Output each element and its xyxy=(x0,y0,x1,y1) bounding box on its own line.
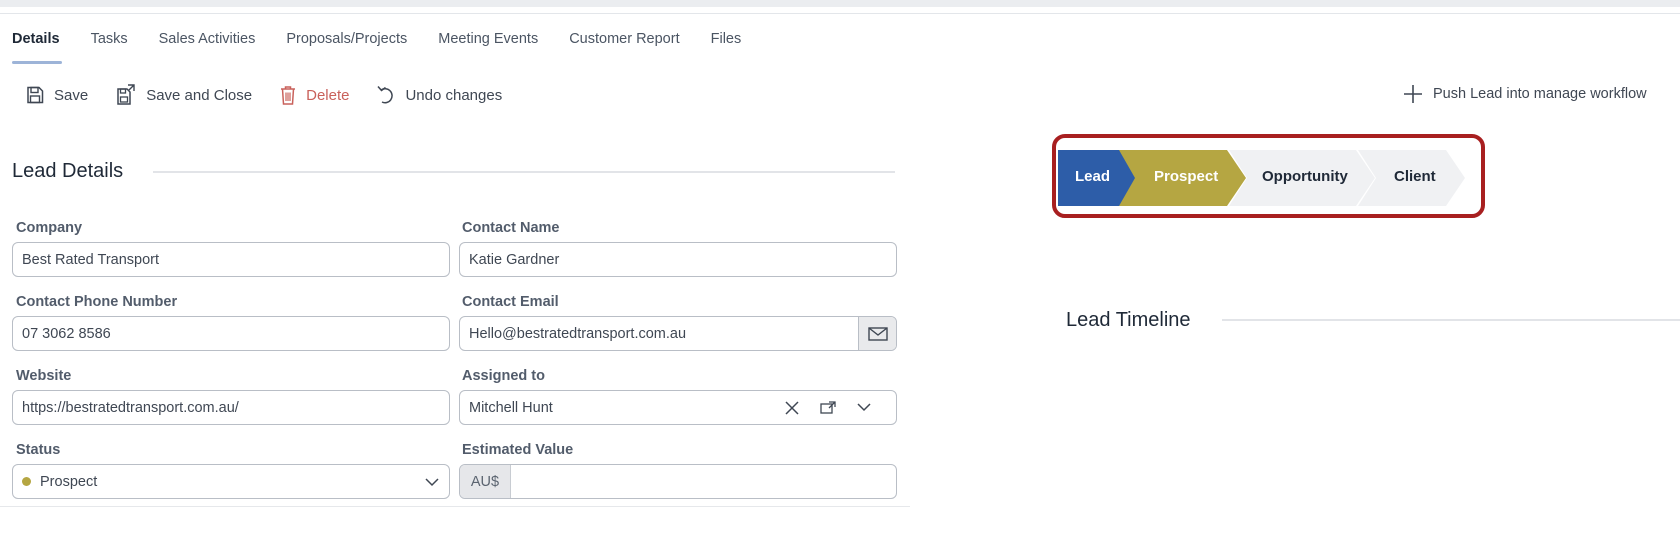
stage-opportunity-label: Opportunity xyxy=(1262,168,1348,185)
website-input[interactable]: https://bestratedtransport.com.au/ xyxy=(12,390,450,425)
status-select[interactable]: Prospect xyxy=(12,464,450,499)
undo-changes-label: Undo changes xyxy=(405,86,503,104)
status-value: Prospect xyxy=(40,473,98,490)
lead-details-divider xyxy=(153,171,895,173)
status-label: Status xyxy=(16,442,61,458)
estimated-value-label: Estimated Value xyxy=(462,442,574,458)
stage-lead-label: Lead xyxy=(1075,168,1111,185)
plus-icon xyxy=(1404,85,1422,103)
push-lead-label: Push Lead into manage workflow xyxy=(1433,86,1647,102)
top-bar xyxy=(0,0,1680,7)
save-label: Save xyxy=(54,86,89,104)
company-input[interactable]: Best Rated Transport xyxy=(12,242,450,277)
estimated-value-input[interactable]: AU$ xyxy=(459,464,897,499)
company-value: Best Rated Transport xyxy=(22,251,160,268)
push-lead-button[interactable]: Push Lead into manage workflow xyxy=(1403,84,1647,104)
save-and-close-label: Save and Close xyxy=(146,86,253,104)
assigned-to-label: Assigned to xyxy=(462,368,545,384)
undo-icon xyxy=(377,86,394,104)
open-record-icon[interactable] xyxy=(810,401,846,414)
phone-value: 07 3062 8586 xyxy=(22,325,111,342)
save-button[interactable]: Save xyxy=(26,86,88,104)
email-value: Hello@bestratedtransport.com.au xyxy=(469,325,687,342)
contact-name-value: Katie Gardner xyxy=(469,251,560,268)
envelope-icon xyxy=(867,326,888,341)
company-label: Company xyxy=(16,220,83,236)
undo-changes-button[interactable]: Undo changes xyxy=(377,85,502,105)
phone-input[interactable]: 07 3062 8586 xyxy=(12,316,450,351)
form-bottom-divider xyxy=(0,506,910,507)
assigned-to-select[interactable]: Mitchell Hunt xyxy=(459,390,897,425)
stage-client-label: Client xyxy=(1394,168,1436,185)
phone-label: Contact Phone Number xyxy=(16,294,178,310)
tab-proposals-projects[interactable]: Proposals/Projects xyxy=(286,26,407,64)
tab-meeting-events[interactable]: Meeting Events xyxy=(438,26,538,64)
currency-prefix: AU$ xyxy=(460,465,511,498)
tab-files[interactable]: Files xyxy=(711,26,742,64)
website-label: Website xyxy=(16,368,72,384)
chevron-down-icon[interactable] xyxy=(846,403,882,412)
stage-prospect-label: Prospect xyxy=(1154,168,1219,185)
toolbar: Save Save and Close Delete Undo changes xyxy=(26,84,530,106)
status-dot-icon xyxy=(22,477,31,486)
delete-button[interactable]: Delete xyxy=(280,85,349,105)
tab-bar: Details Tasks Sales Activities Proposals… xyxy=(12,26,772,64)
save-and-close-button[interactable]: Save and Close xyxy=(116,84,252,106)
tab-tasks[interactable]: Tasks xyxy=(91,26,128,64)
lead-timeline-divider xyxy=(1222,319,1680,321)
top-divider xyxy=(0,13,1680,14)
website-value: https://bestratedtransport.com.au/ xyxy=(22,399,239,416)
clear-icon[interactable] xyxy=(774,400,810,415)
contact-name-label: Contact Name xyxy=(462,220,560,236)
email-input[interactable]: Hello@bestratedtransport.com.au xyxy=(459,316,897,351)
lead-timeline-title: Lead Timeline xyxy=(1066,309,1191,331)
tab-customer-report[interactable]: Customer Report xyxy=(569,26,679,64)
assigned-to-actions xyxy=(774,391,882,424)
save-close-icon xyxy=(117,84,135,105)
assigned-to-value: Mitchell Hunt xyxy=(469,399,553,416)
chevron-down-icon xyxy=(425,478,439,487)
trash-icon xyxy=(281,86,296,105)
email-label: Contact Email xyxy=(462,294,559,310)
tab-details[interactable]: Details xyxy=(12,26,62,64)
tab-sales-activities[interactable]: Sales Activities xyxy=(159,26,256,64)
contact-name-input[interactable]: Katie Gardner xyxy=(459,242,897,277)
lead-details-title: Lead Details xyxy=(12,160,124,182)
send-email-button[interactable] xyxy=(858,317,896,350)
save-icon xyxy=(27,86,44,104)
delete-label: Delete xyxy=(306,86,350,104)
